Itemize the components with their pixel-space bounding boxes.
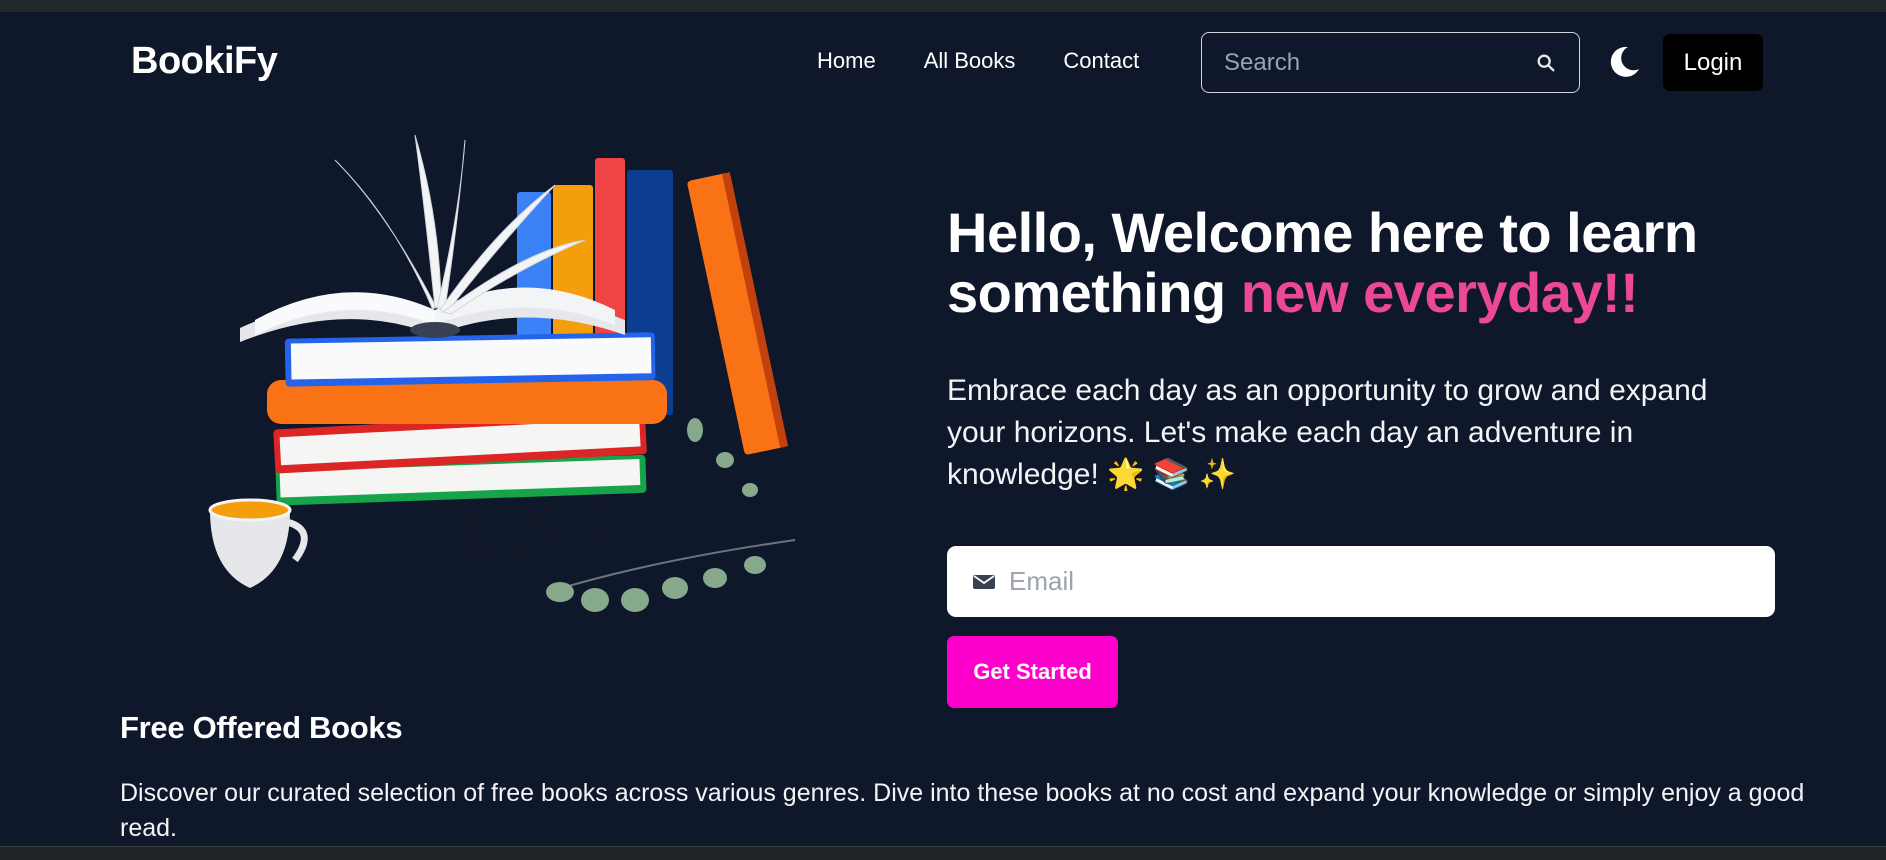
free-books-description: Discover our curated selection of free b… xyxy=(120,779,1805,842)
login-button[interactable]: Login xyxy=(1663,34,1763,91)
search-input[interactable] xyxy=(1224,48,1535,77)
logo[interactable]: BookiFy xyxy=(131,40,278,83)
search-icon[interactable] xyxy=(1535,52,1557,74)
envelope-icon xyxy=(973,574,995,589)
moon-icon[interactable] xyxy=(1606,44,1642,80)
nav-link-all-books[interactable]: All Books xyxy=(924,48,1016,74)
search-box xyxy=(1201,32,1580,93)
nav-links: Home All Books Contact xyxy=(817,48,1139,74)
browser-top-strip xyxy=(0,0,1886,12)
nav-link-home[interactable]: Home xyxy=(817,48,876,74)
email-field-container xyxy=(947,546,1775,617)
get-started-button[interactable]: Get Started xyxy=(947,636,1118,708)
hero-title-highlight: new everyday!! xyxy=(1240,261,1639,324)
books-illustration xyxy=(208,134,796,612)
hero-title: Hello, Welcome here to learn something n… xyxy=(947,203,1807,323)
free-books-title: Free Offered Books xyxy=(120,710,403,745)
nav-link-contact[interactable]: Contact xyxy=(1063,48,1139,74)
email-input[interactable] xyxy=(1009,566,1749,597)
browser-bottom-strip xyxy=(0,846,1886,860)
hero-description: Embrace each day as an opportunity to gr… xyxy=(947,374,1708,491)
navbar: BookiFy Home All Books Contact Login xyxy=(0,12,1886,112)
